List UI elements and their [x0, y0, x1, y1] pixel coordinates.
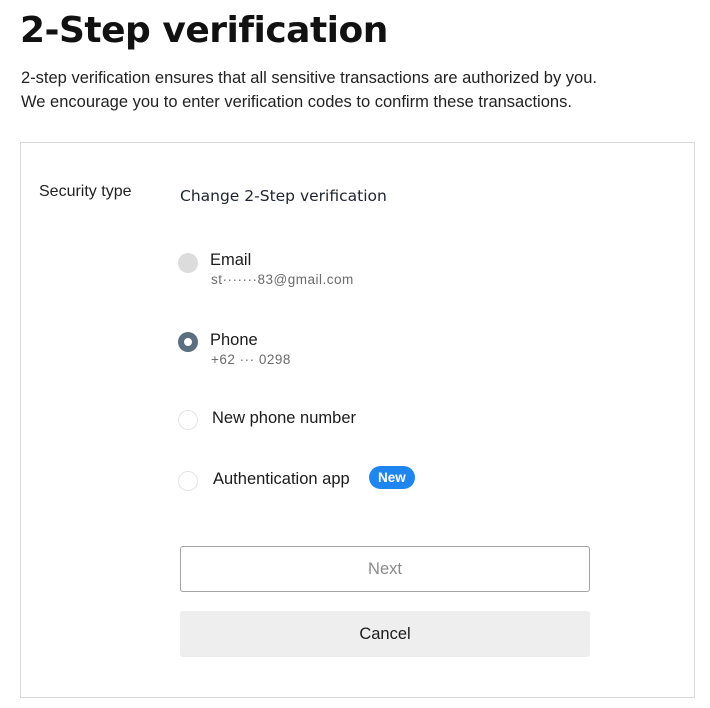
option-email-label: Email	[210, 251, 252, 269]
cancel-button[interactable]: Cancel	[180, 611, 590, 657]
radio-phone[interactable]	[178, 332, 198, 352]
option-new-phone[interactable]: New phone number	[178, 408, 438, 432]
radio-email[interactable]	[178, 253, 198, 273]
option-auth-app[interactable]: Authentication app New	[178, 466, 438, 493]
new-badge: New	[369, 466, 415, 489]
option-email[interactable]: Email st·······83@gmail.com	[178, 251, 378, 291]
intro-line-2: We encourage you to enter verification c…	[21, 92, 572, 111]
radio-auth-app[interactable]	[178, 471, 198, 491]
option-auth-app-label: Authentication app	[213, 470, 350, 488]
option-new-phone-label: New phone number	[212, 409, 357, 427]
radio-new-phone[interactable]	[178, 410, 198, 430]
option-phone[interactable]: Phone +62 ··· 0298	[178, 331, 378, 371]
verification-card: Security type Change 2-Step verification…	[20, 142, 695, 698]
security-type-label: Security type	[39, 183, 132, 200]
intro-line-1: 2-step verification ensures that all sen…	[21, 69, 597, 87]
page-title: 2-Step verification	[20, 10, 388, 51]
option-phone-detail: +62 ··· 0298	[211, 352, 291, 367]
option-email-detail: st·······83@gmail.com	[211, 272, 354, 287]
intro-text: 2-step verification ensures that all sen…	[21, 67, 701, 114]
next-button[interactable]: Next	[180, 546, 590, 592]
section-title: Change 2-Step verification	[180, 187, 387, 205]
option-phone-label: Phone	[210, 331, 258, 349]
